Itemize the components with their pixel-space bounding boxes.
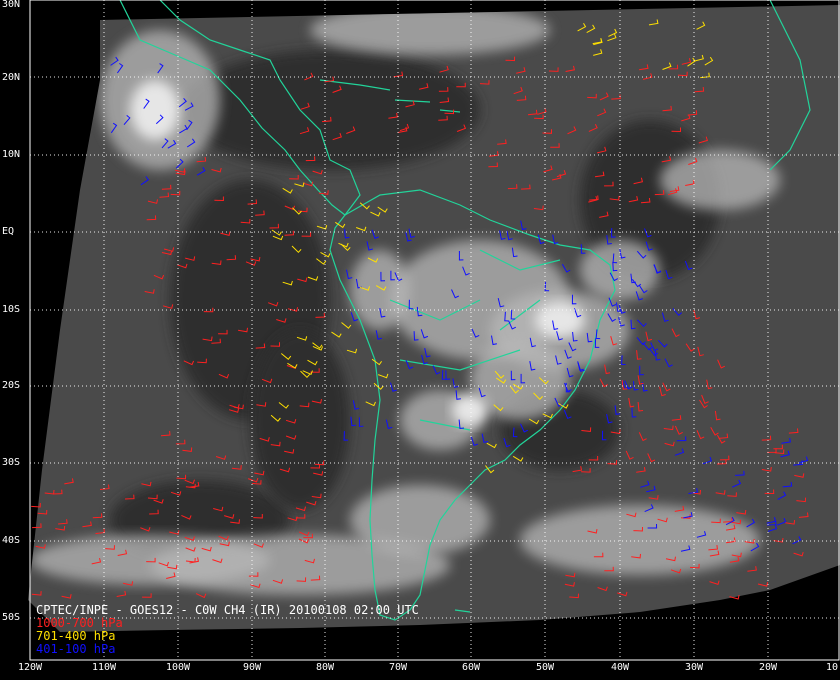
lon-label-10w: 10 [825,662,839,673]
lon-label-50w: 50W [535,662,555,673]
bright-cloud-region [310,5,550,55]
satellite-image-layer [28,0,840,661]
lon-label-120w: 120W [17,662,43,673]
lat-label-20n: 20N [2,72,21,83]
lon-label-70w: 70W [388,662,408,673]
lat-label-20s: 20S [2,380,21,391]
convective-cloud [130,80,180,140]
lon-label-40w: 40W [610,662,630,673]
lat-label-50s: 50S [2,612,21,623]
lon-label-90w: 90W [242,662,262,673]
dark-cloud-region [180,50,480,170]
lat-label-10n: 10N [2,149,21,160]
dark-cloud-region [250,330,350,510]
lat-label-30n: 30N [2,0,21,10]
satellite-wind-map: 30N 20N 10N EQ 10S 20S 30S 40S 50S 120W … [0,0,840,680]
lon-label-30w: 30W [684,662,704,673]
bright-cloud-region [30,535,270,585]
lon-label-80w: 80W [315,662,335,673]
lon-label-100w: 100W [165,662,191,673]
lon-label-60w: 60W [461,662,481,673]
map-caption: CPTEC/INPE - GOES12 - C0W CH4 (IR) 20100… [36,604,419,656]
legend-high-level: 401-100 hPa [36,642,116,656]
bright-cloud-region [520,505,760,575]
lat-label-10s: 10S [2,304,21,315]
lat-label-eq: EQ [2,226,15,237]
bright-cloud-region [660,150,780,210]
convective-cloud [535,302,585,338]
lat-label-30s: 30S [2,457,21,468]
lat-label-40s: 40S [2,535,21,546]
lon-label-20w: 20W [758,662,778,673]
lon-label-110w: 110W [91,662,117,673]
